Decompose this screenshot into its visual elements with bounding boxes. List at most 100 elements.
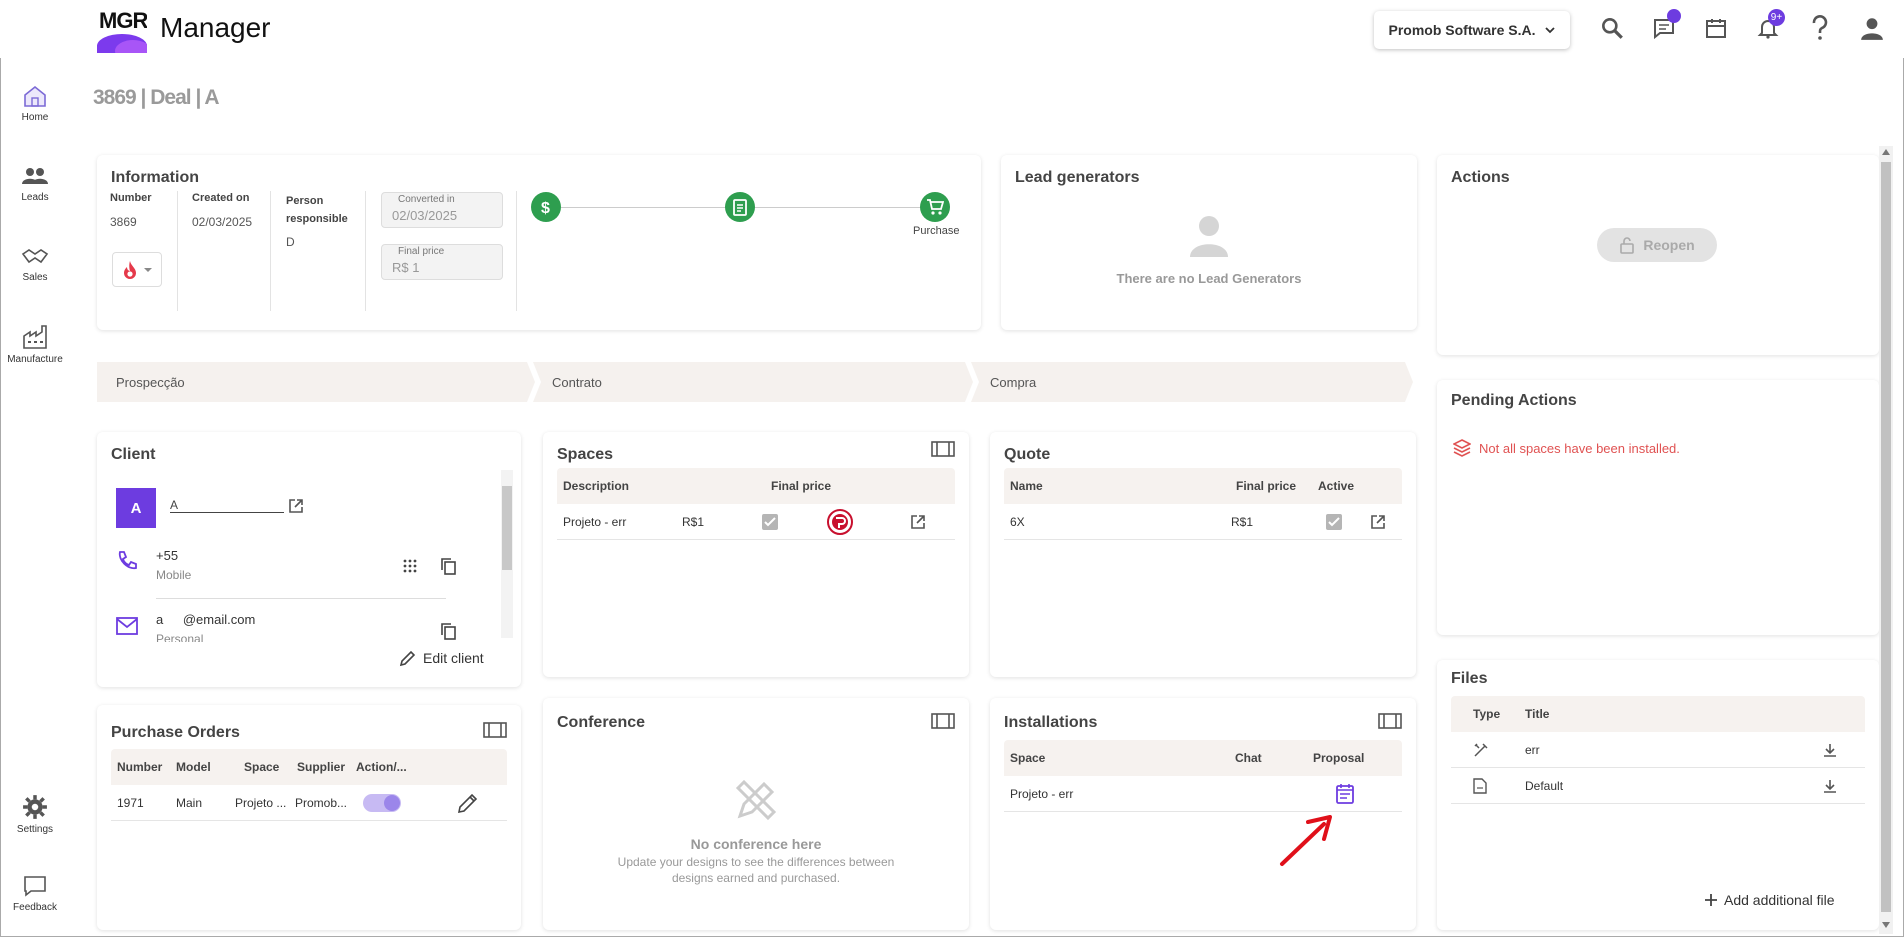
phase-prospeccao[interactable]: Prospecção [97, 362, 535, 402]
company-selector[interactable]: Promob Software S.A. [1374, 11, 1570, 49]
sidebar-item-sales[interactable]: Sales [0, 246, 70, 283]
pending-item[interactable]: Not all spaces have been installed. [1453, 439, 1680, 457]
quote-name: 6X [1010, 515, 1025, 529]
pending-actions-title: Pending Actions [1451, 392, 1577, 409]
conference-title: Conference [557, 714, 646, 731]
converted-value: 02/03/2025 [392, 208, 458, 223]
client-title: Client [111, 446, 156, 463]
add-file-button[interactable]: Add additional file [1704, 892, 1835, 908]
scrollbar-thumb[interactable] [502, 486, 512, 570]
quote-price: R$1 [1231, 515, 1254, 529]
stage-money[interactable]: $ [531, 192, 561, 222]
conference-card: Conference No conference here Update you… [543, 698, 969, 930]
app-logo[interactable]: MGR [97, 6, 147, 53]
client-name-link[interactable]: A [170, 498, 284, 513]
stage-contract[interactable] [725, 192, 755, 222]
pencil-icon[interactable] [457, 792, 479, 814]
check-icon [1328, 517, 1340, 527]
columns-icon[interactable] [931, 440, 955, 458]
download-icon[interactable] [1823, 743, 1837, 757]
copy-icon[interactable] [440, 557, 456, 575]
table-row[interactable]: Default [1451, 768, 1865, 804]
converted-field: Converted in 02/03/2025 [381, 192, 503, 228]
po-toggle[interactable] [363, 794, 401, 812]
col-supplier: Supplier [297, 760, 346, 774]
phase-compra[interactable]: Compra [971, 362, 1413, 402]
table-row[interactable]: err [1451, 732, 1865, 768]
col-description: Description [563, 479, 630, 493]
people-icon [22, 168, 48, 184]
plus-icon [1705, 894, 1717, 906]
calendar-icon[interactable] [1701, 13, 1731, 43]
factory-icon [23, 325, 47, 349]
checkbox[interactable] [762, 514, 778, 530]
sidebar-item-label: Manufacture [7, 354, 63, 365]
purchase-orders-card: Purchase Orders Number Model Space Suppl… [97, 705, 521, 930]
bell-icon[interactable]: 9+ [1753, 9, 1785, 43]
columns-icon[interactable] [1378, 712, 1402, 730]
installation-space: Projeto - err [1010, 787, 1074, 801]
temperature-selector[interactable] [112, 252, 162, 287]
sidebar-item-home[interactable]: Home [0, 84, 70, 123]
copy-icon[interactable] [440, 622, 456, 640]
download-icon[interactable] [1823, 779, 1837, 793]
spaces-table-header: Description Final price [557, 468, 955, 504]
user-account-icon[interactable] [1857, 13, 1887, 43]
col-chat: Chat [1235, 751, 1262, 765]
scroll-down-icon[interactable] [1882, 922, 1890, 928]
sidebar-item-settings[interactable]: Settings [0, 794, 70, 835]
scroll-up-icon[interactable] [1882, 149, 1890, 155]
client-phone-type: Mobile [156, 568, 192, 582]
table-row[interactable]: 1971 Main Projeto ... Promob... [111, 785, 507, 821]
conference-empty-title: No conference here [690, 836, 822, 852]
help-icon[interactable] [1805, 13, 1835, 43]
columns-icon[interactable] [483, 721, 507, 739]
open-external-icon[interactable] [1370, 514, 1386, 530]
svg-text:$: $ [541, 200, 550, 216]
po-space: Projeto ... [235, 796, 287, 810]
number-label: Number [110, 192, 152, 204]
page-scrollbar[interactable] [1879, 146, 1893, 934]
space-description: Projeto - err [563, 515, 627, 529]
sidebar-item-feedback[interactable]: Feedback [0, 874, 70, 913]
promob-logo-icon[interactable] [827, 509, 853, 535]
chat-icon[interactable] [1649, 9, 1681, 43]
page-heading: 3869 | Deal | A [93, 86, 220, 109]
actions-title: Actions [1451, 169, 1510, 186]
stage-purchase[interactable] [920, 192, 950, 222]
files-title: Files [1451, 670, 1488, 687]
sidebar-item-label: Home [21, 112, 49, 123]
sidebar-item-manufacture[interactable]: Manufacture [0, 324, 70, 365]
pending-item-text: Not all spaces have been installed. [1479, 440, 1680, 456]
annotation-arrow-icon [1280, 815, 1332, 866]
col-name: Name [1010, 479, 1043, 493]
installations-title: Installations [1004, 714, 1098, 731]
reopen-button[interactable]: Reopen [1597, 228, 1717, 262]
table-row[interactable]: 6X R$1 [1004, 504, 1402, 540]
pdf-file-icon [1473, 778, 1487, 794]
lead-generators-empty: There are no Lead Generators [1116, 271, 1302, 286]
search-icon[interactable] [1597, 13, 1627, 43]
open-external-icon[interactable] [910, 514, 926, 530]
phase-label: Contrato [552, 374, 602, 390]
sidebar-item-leads[interactable]: Leads [0, 166, 70, 203]
open-external-icon[interactable] [288, 498, 304, 514]
phase-contrato[interactable]: Contrato [533, 362, 973, 402]
person-value: D [286, 235, 295, 249]
po-number: 1971 [117, 796, 144, 810]
col-proposal: Proposal [1313, 751, 1365, 765]
checkbox[interactable] [1326, 514, 1342, 530]
proposal-document-icon[interactable] [1335, 783, 1355, 805]
client-scrollbar[interactable] [501, 470, 513, 638]
created-value: 02/03/2025 [192, 215, 253, 229]
table-row[interactable]: Projeto - err R$1 [557, 504, 955, 540]
created-label: Created on [192, 192, 250, 204]
columns-icon[interactable] [931, 712, 955, 730]
design-tool-icon [1474, 743, 1488, 757]
quote-card: Quote Name Final price Active 6X R$1 [990, 432, 1416, 677]
dialpad-icon[interactable] [403, 559, 417, 575]
handshake-icon [21, 249, 49, 264]
edit-client-button[interactable]: Edit client [399, 649, 484, 667]
table-row[interactable]: Projeto - err [1004, 776, 1402, 812]
scrollbar-thumb[interactable] [1881, 162, 1891, 912]
